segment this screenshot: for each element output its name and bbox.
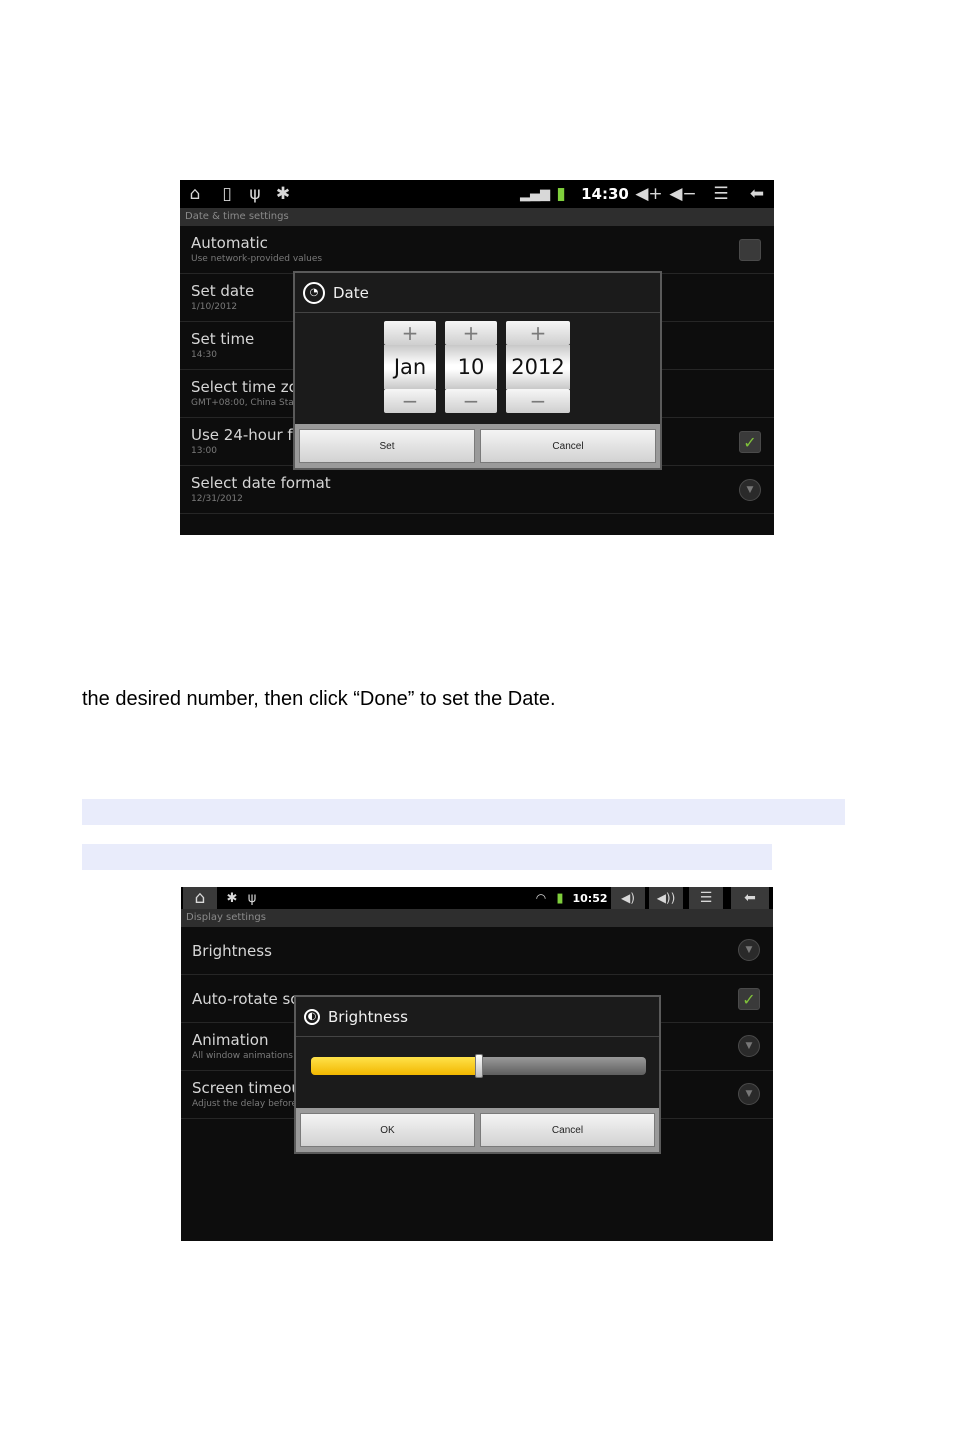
row-title: Animation (192, 1031, 269, 1049)
day-decrement-button[interactable]: − (445, 389, 497, 413)
android-debug-icon: ✱ (226, 890, 238, 906)
status-time: 14:30 (581, 185, 629, 203)
volume-up-icon[interactable]: ◀)) (649, 887, 683, 909)
status-time: 10:52 (572, 891, 608, 905)
row-title: Set date (191, 282, 255, 300)
row-title: Brightness (192, 942, 272, 960)
month-increment-button[interactable]: + (384, 321, 436, 345)
status-bar: ⌂ ▯ ψ ✱ ▂▄▆ ▮ 14:30 ◀+ ◀− ☰ ⬅ (180, 180, 774, 208)
setting-date-format[interactable]: Select date format 12/31/2012 ▼ (180, 466, 774, 514)
brightness-dialog: ◐ Brightness OK Cancel (294, 995, 661, 1154)
row-subtitle: Use network-provided values (191, 254, 323, 264)
row-title: Select date format (191, 474, 331, 492)
cancel-button[interactable]: Cancel (480, 429, 656, 463)
setting-automatic[interactable]: Automatic Use network-provided values (180, 226, 774, 274)
dialog-title: Brightness (328, 1007, 408, 1026)
date-dialog: ◔ Date + Jan − + 10 − + 2012 − Set Cance… (293, 271, 662, 470)
menu-icon[interactable]: ☰ (689, 887, 723, 909)
brightness-slider-thumb[interactable] (475, 1054, 483, 1078)
setting-brightness[interactable]: Brightness ▼ (181, 927, 773, 975)
set-button[interactable]: Set (299, 429, 475, 463)
day-increment-button[interactable]: + (445, 321, 497, 345)
battery-icon: ▮ (556, 184, 566, 204)
checkbox-checked[interactable]: ✓ (739, 431, 761, 453)
redacted-text-line (82, 844, 772, 870)
chevron-down-icon[interactable]: ▼ (738, 939, 760, 961)
volume-down-icon[interactable]: ◀− (669, 180, 696, 208)
chevron-down-icon[interactable]: ▼ (739, 479, 761, 501)
wifi-icon: ◠ (535, 891, 547, 905)
usb-icon: ψ (247, 890, 257, 906)
clock-icon: ◔ (303, 281, 325, 304)
usb-icon: ψ (249, 184, 261, 204)
year-value[interactable]: 2012 (506, 345, 570, 389)
year-increment-button[interactable]: + (506, 321, 570, 345)
row-title: Automatic (191, 234, 268, 252)
row-title: Screen timeout (192, 1079, 307, 1097)
day-value[interactable]: 10 (445, 345, 497, 389)
battery-icon: ▮ (556, 890, 564, 906)
section-header: Display settings (181, 909, 773, 927)
chevron-down-icon[interactable]: ▼ (738, 1083, 760, 1105)
volume-down-icon[interactable]: ◀) (611, 887, 645, 909)
display-settings-screenshot: ⌂ ✱ ψ ◠ ▮ 10:52 ◀) ◀)) ☰ ⬅ Display setti… (181, 887, 773, 1241)
day-picker: + 10 − (445, 321, 497, 413)
row-subtitle: 12/31/2012 (191, 494, 243, 504)
redacted-text-line (82, 799, 845, 825)
status-bar: ⌂ ✱ ψ ◠ ▮ 10:52 ◀) ◀)) ☰ ⬅ (181, 887, 773, 909)
brightness-slider-fill (311, 1057, 479, 1075)
row-subtitle: 14:30 (191, 350, 217, 360)
checkbox-checked[interactable]: ✓ (738, 988, 760, 1010)
dialog-header: ◔ Date (295, 273, 660, 313)
brightness-slider[interactable] (311, 1054, 646, 1078)
month-decrement-button[interactable]: − (384, 389, 436, 413)
row-subtitle: 1/10/2012 (191, 302, 238, 312)
ok-button[interactable]: OK (300, 1113, 475, 1147)
year-picker: + 2012 − (506, 321, 570, 413)
home-icon[interactable]: ⌂ (183, 887, 217, 909)
brightness-icon: ◐ (304, 1008, 320, 1025)
row-subtitle: 13:00 (191, 446, 217, 456)
menu-icon[interactable]: ☰ (708, 180, 734, 208)
year-decrement-button[interactable]: − (506, 389, 570, 413)
android-debug-icon: ✱ (275, 184, 291, 204)
row-title: Set time (191, 330, 255, 348)
home-icon[interactable]: ⌂ (182, 180, 208, 208)
instruction-text: the desired number, then click “Done” to… (82, 688, 556, 710)
month-value[interactable]: Jan (384, 345, 436, 389)
dialog-header: ◐ Brightness (296, 997, 659, 1037)
date-time-screenshot: ⌂ ▯ ψ ✱ ▂▄▆ ▮ 14:30 ◀+ ◀− ☰ ⬅ Date & tim… (180, 180, 774, 535)
section-header: Date & time settings (180, 208, 774, 226)
back-icon[interactable]: ⬅ (744, 180, 770, 208)
signal-icon: ▂▄▆ (520, 186, 550, 202)
cancel-button[interactable]: Cancel (480, 1113, 655, 1147)
month-picker: + Jan − (384, 321, 436, 413)
checkbox-unchecked[interactable] (739, 239, 761, 261)
dialog-title: Date (333, 283, 369, 302)
back-icon[interactable]: ⬅ (731, 887, 769, 909)
chevron-down-icon[interactable]: ▼ (738, 1035, 760, 1057)
volume-up-icon[interactable]: ◀+ (635, 180, 662, 208)
dialog-button-bar: OK Cancel (296, 1108, 659, 1152)
dialog-button-bar: Set Cancel (295, 424, 660, 468)
sd-card-icon: ▯ (222, 184, 232, 204)
